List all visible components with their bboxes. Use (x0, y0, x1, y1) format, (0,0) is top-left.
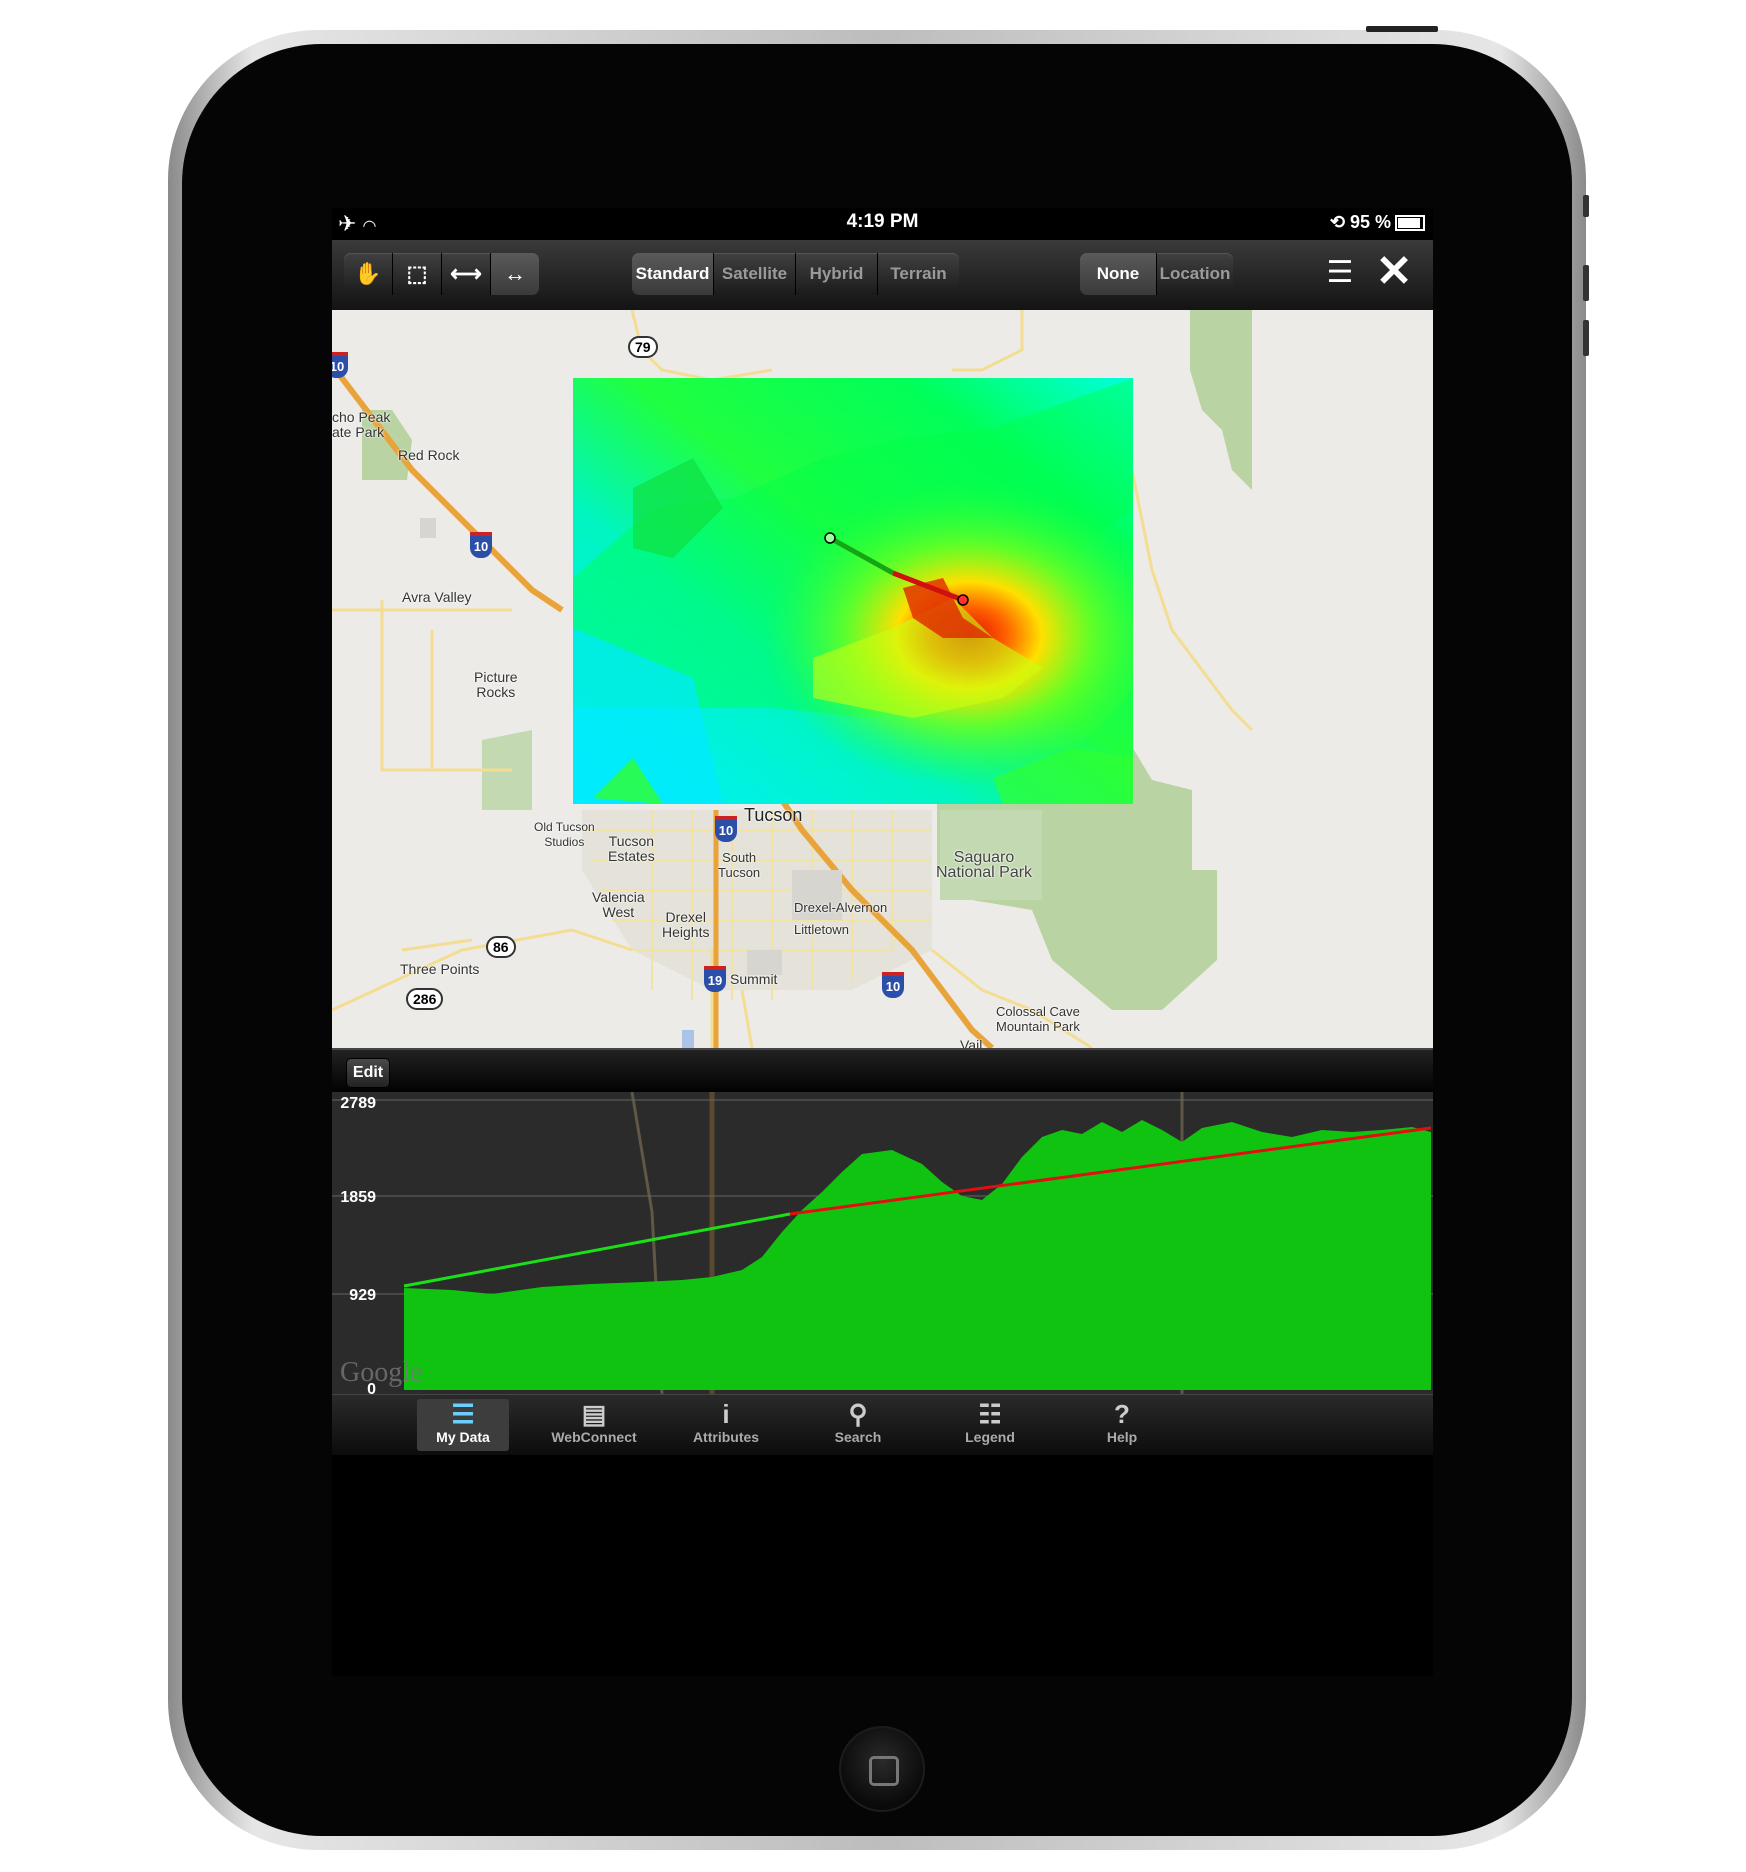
interstate-10-shield-east: 10 (882, 972, 904, 998)
close-button[interactable]: ✕ (1372, 250, 1416, 294)
server-icon: ▤ (581, 1399, 607, 1429)
volume-down-button (1583, 320, 1589, 356)
rotation-lock-icon: ⟲ (1329, 212, 1345, 232)
route-286-shield: 286 (406, 988, 444, 1010)
segment-none[interactable]: None (1080, 253, 1157, 295)
interstate-10-north (332, 363, 564, 613)
tab-webconnect[interactable]: ▤ WebConnect (548, 1399, 640, 1451)
segment-location[interactable]: Location (1157, 253, 1233, 295)
y-axis-label-max: 2789 (340, 1095, 376, 1112)
tab-help[interactable]: ? Help (1076, 1399, 1168, 1451)
search-icon: ⚲ (848, 1399, 868, 1429)
overlay-segmented-control: None Location (1080, 253, 1233, 295)
map-type-segmented-control: Standard Satellite Hybrid Terrain (632, 253, 959, 295)
layer-list-button[interactable]: ☰ (1320, 255, 1360, 291)
tab-legend[interactable]: ☷ Legend (944, 1399, 1036, 1451)
measure-tool-button[interactable]: ⟷ (442, 253, 491, 295)
place-saguaro: Saguaro National Park (936, 849, 1033, 881)
layers-icon: ☰ (451, 1399, 475, 1429)
map-view[interactable]: Red Rock Avra Valley Picture Rocks cho P… (332, 310, 1433, 1048)
y-axis-label-3: 929 (349, 1287, 376, 1304)
bottom-tab-bar: ☰ My Data ▤ WebConnect i Attributes ⚲ Search ☷ Le… (332, 1394, 1433, 1455)
status-time: 4:19 PM (846, 211, 919, 232)
place-old-tucson: Old Tucson Studios (534, 820, 595, 849)
tool-segmented-control: ✋ ⬚ ⟷ ↔ (344, 253, 539, 295)
terrain-profile-fill (404, 1120, 1431, 1390)
info-icon: i (722, 1399, 730, 1429)
profile-tool-button[interactable]: ↔ (491, 253, 539, 295)
elevation-profile-chart: Google 2789 1859 929 0 (332, 1091, 1433, 1398)
tab-label: My Data (436, 1429, 490, 1445)
y-axis-label-2: 1859 (340, 1189, 376, 1206)
home-button[interactable] (839, 1726, 925, 1812)
place-tucson-estates: Tucson Estates (608, 833, 655, 864)
status-bar: ✈ ◠ 4:19 PM ⟲ 95 % (332, 208, 1433, 238)
battery-percent: 95 % (1349, 212, 1391, 232)
place-drexel-alvernon: Drexel-Alvernon (794, 900, 888, 915)
list-icon: ☰ (1326, 256, 1354, 289)
interstate-19-shield: 19 (704, 966, 726, 992)
segment-satellite[interactable]: Satellite (714, 253, 796, 295)
interstate-10-shield-edge: 10 (332, 352, 348, 378)
place-picacho-peak: cho Peak ate Park (332, 409, 391, 440)
google-watermark: Google (340, 1357, 422, 1388)
segment-hybrid[interactable]: Hybrid (796, 253, 878, 295)
volume-up-button (1583, 265, 1589, 301)
interstate-10-shield-north: 10 (470, 532, 492, 558)
y-axis-label-zero: 0 (367, 1381, 376, 1394)
place-south-tucson: South Tucson (718, 850, 761, 880)
tab-label: Search (834, 1429, 882, 1445)
transect-end-point (957, 594, 969, 606)
segment-standard[interactable]: Standard (632, 253, 714, 295)
route-86-shield: 86 (486, 936, 516, 958)
profile-edit-bar: Edit (332, 1048, 1433, 1094)
place-colossal-cave: Colossal Cave Mountain Park (996, 1004, 1080, 1034)
tab-label: Legend (965, 1429, 1015, 1445)
tab-my-data[interactable]: ☰ My Data (417, 1399, 509, 1451)
place-littletown: Littletown (794, 922, 849, 937)
battery-indicator: ⟲ 95 % (1330, 212, 1425, 233)
tab-attributes[interactable]: i Attributes (680, 1399, 772, 1451)
place-picture-rocks: Picture Rocks (474, 669, 518, 700)
select-tool-button[interactable]: ⬚ (393, 253, 442, 295)
sleep-button (1366, 26, 1438, 32)
app-screen: ✈ ◠ 4:19 PM ⟲ 95 % ✋ ⬚ ⟷ ↔ Standard Satellit… (332, 208, 1433, 1676)
place-tucson: Tucson (744, 805, 803, 825)
tab-label: Attributes (692, 1429, 760, 1445)
route-79-shield: 79 (628, 336, 658, 358)
tab-search[interactable]: ⚲ Search (812, 1399, 904, 1451)
legend-icon: ☷ (978, 1399, 1002, 1429)
map-toolbar: ✋ ⬚ ⟷ ↔ Standard Satellite Hybrid Terrain None… (332, 240, 1433, 310)
place-three-points: Three Points (400, 961, 480, 977)
segment-terrain[interactable]: Terrain (878, 253, 959, 295)
side-switch (1583, 195, 1589, 217)
place-summit: Summit (730, 971, 778, 987)
elevation-raster (573, 378, 1133, 804)
tab-label: WebConnect (551, 1429, 637, 1445)
place-red-rock: Red Rock (398, 447, 460, 463)
place-drexel-heights: Drexel Heights (662, 909, 710, 940)
close-icon: ✕ (1375, 247, 1413, 296)
gray-block-1 (420, 518, 436, 538)
battery-icon (1395, 215, 1425, 232)
place-valencia-west: Valencia West (592, 889, 645, 920)
interstate-10-shield-tucson: 10 (715, 816, 737, 842)
transect-start-point (824, 532, 836, 544)
pan-tool-button[interactable]: ✋ (344, 253, 393, 295)
elevation-profile-panel: Google 2789 1859 929 0 (332, 1091, 1433, 1398)
edit-button[interactable]: Edit (346, 1058, 390, 1088)
place-vail: Vail (960, 1037, 983, 1049)
water-body (682, 1030, 694, 1048)
elevation-raster-overlay (573, 378, 1133, 804)
help-icon: ? (1114, 1399, 1130, 1429)
park-area-northeast (1190, 310, 1252, 490)
place-avra-valley: Avra Valley (402, 589, 472, 605)
tab-label: Help (1106, 1429, 1138, 1445)
